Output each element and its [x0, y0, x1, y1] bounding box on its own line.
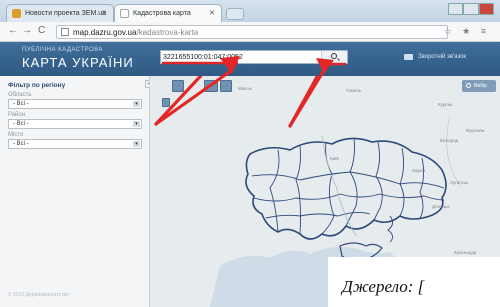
source-caption: Джерело: [: [342, 277, 425, 296]
caption-box: Джерело: [: [328, 257, 500, 307]
annotation-arrow: [288, 68, 326, 128]
browser-window: Новости проекта ЗЕМ.ua ✕ Кадастрова карт…: [0, 0, 500, 307]
arrow-head-icon: [316, 58, 334, 74]
annotation-arrow: [154, 68, 234, 126]
